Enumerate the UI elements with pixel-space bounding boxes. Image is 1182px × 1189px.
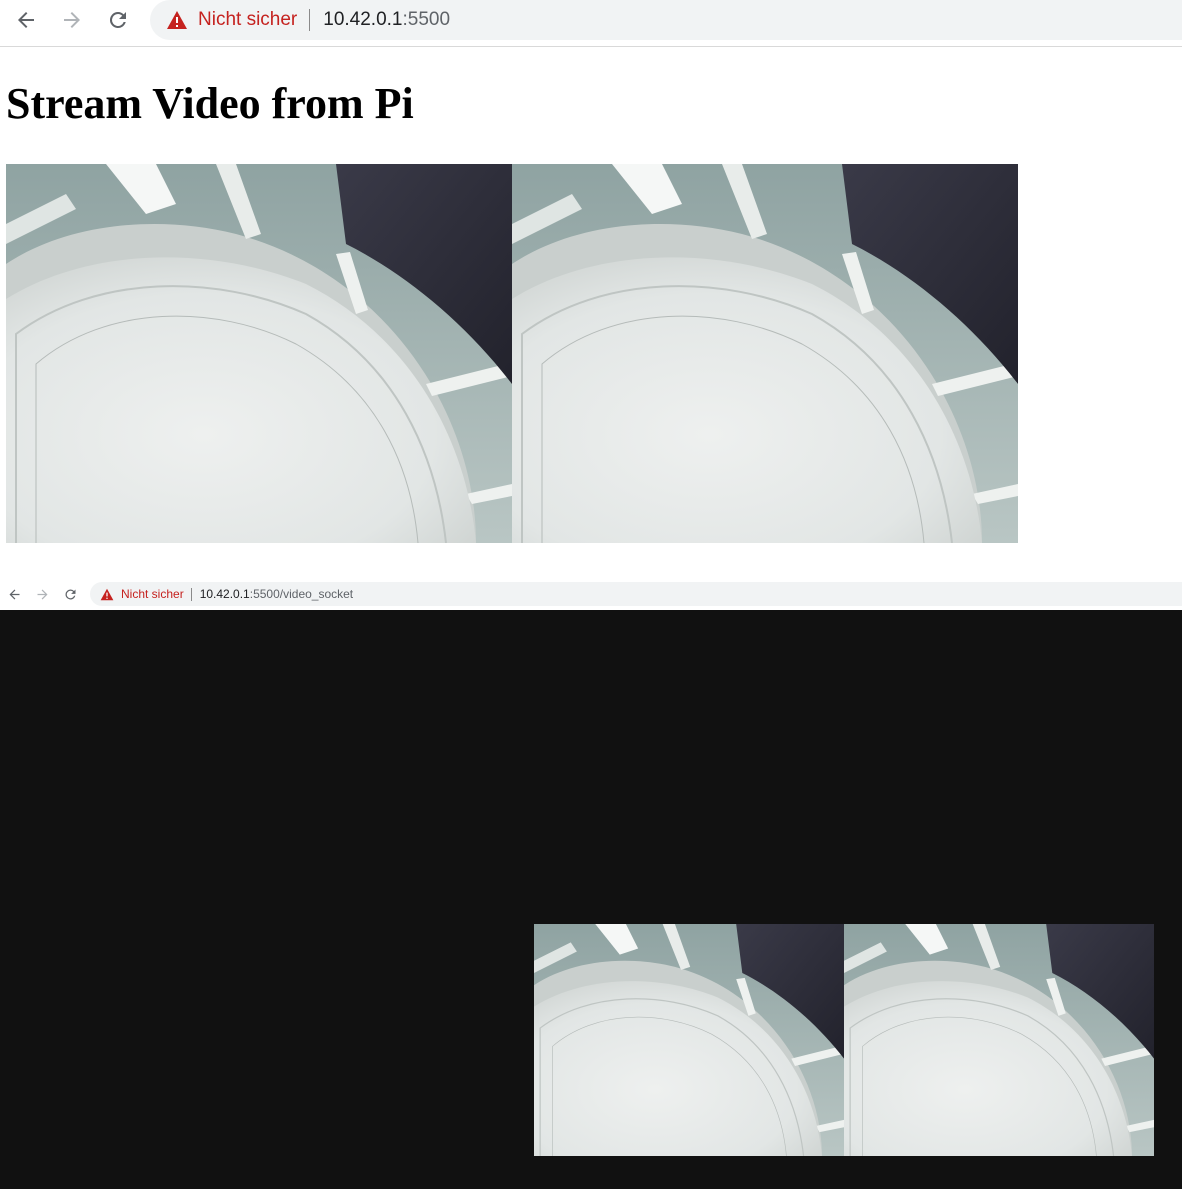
security-label-secondary: Nicht sicher [121, 587, 184, 601]
reload-icon [64, 589, 75, 600]
omnibox-divider [309, 9, 311, 31]
url-host: 10.42.0.1 [323, 9, 403, 30]
forward-button[interactable] [54, 0, 90, 40]
omnibox-divider-secondary [190, 587, 192, 601]
reload-button[interactable] [100, 0, 136, 40]
page-title: Stream Video from Pi [6, 79, 414, 128]
address-bar-secondary[interactable]: Nicht sicher 10.42.0.1:5500/video_socket [90, 582, 1182, 606]
security-label: Nicht sicher [198, 9, 298, 30]
forward-button-secondary[interactable] [31, 580, 53, 609]
security-indicator[interactable]: Nicht sicher [166, 9, 297, 31]
arrow-right-icon [37, 589, 47, 600]
url-port: :5500 [402, 9, 451, 30]
browser-toolbar: Nicht sicher 10.42.0.1:5500 [0, 0, 1182, 47]
back-button-secondary[interactable] [3, 580, 25, 609]
video-frame-left [6, 164, 512, 543]
socket-frame-right [844, 924, 1154, 1156]
url-text-secondary: 10.42.0.1:5500/video_socket [200, 587, 353, 601]
warning-triangle-icon [167, 11, 187, 29]
url-text: 10.42.0.1:5500 [323, 9, 450, 31]
warning-triangle-icon [100, 588, 114, 600]
back-button[interactable] [8, 0, 44, 40]
reload-button-secondary[interactable] [59, 580, 81, 609]
reload-icon [109, 11, 126, 28]
arrow-left-icon [9, 589, 19, 600]
arrow-right-icon [64, 12, 80, 28]
video-frame-right [512, 164, 1018, 543]
url-path-secondary: :5500/video_socket [249, 587, 354, 601]
socket-frame-left [534, 924, 844, 1156]
browser-toolbar-secondary: Nicht sicher 10.42.0.1:5500/video_socket [0, 580, 1182, 609]
security-indicator-secondary[interactable]: Nicht sicher [100, 587, 184, 601]
arrow-left-icon [18, 12, 34, 28]
url-host-secondary: 10.42.0.1 [199, 587, 250, 601]
address-bar[interactable]: Nicht sicher 10.42.0.1:5500 [150, 0, 1182, 40]
